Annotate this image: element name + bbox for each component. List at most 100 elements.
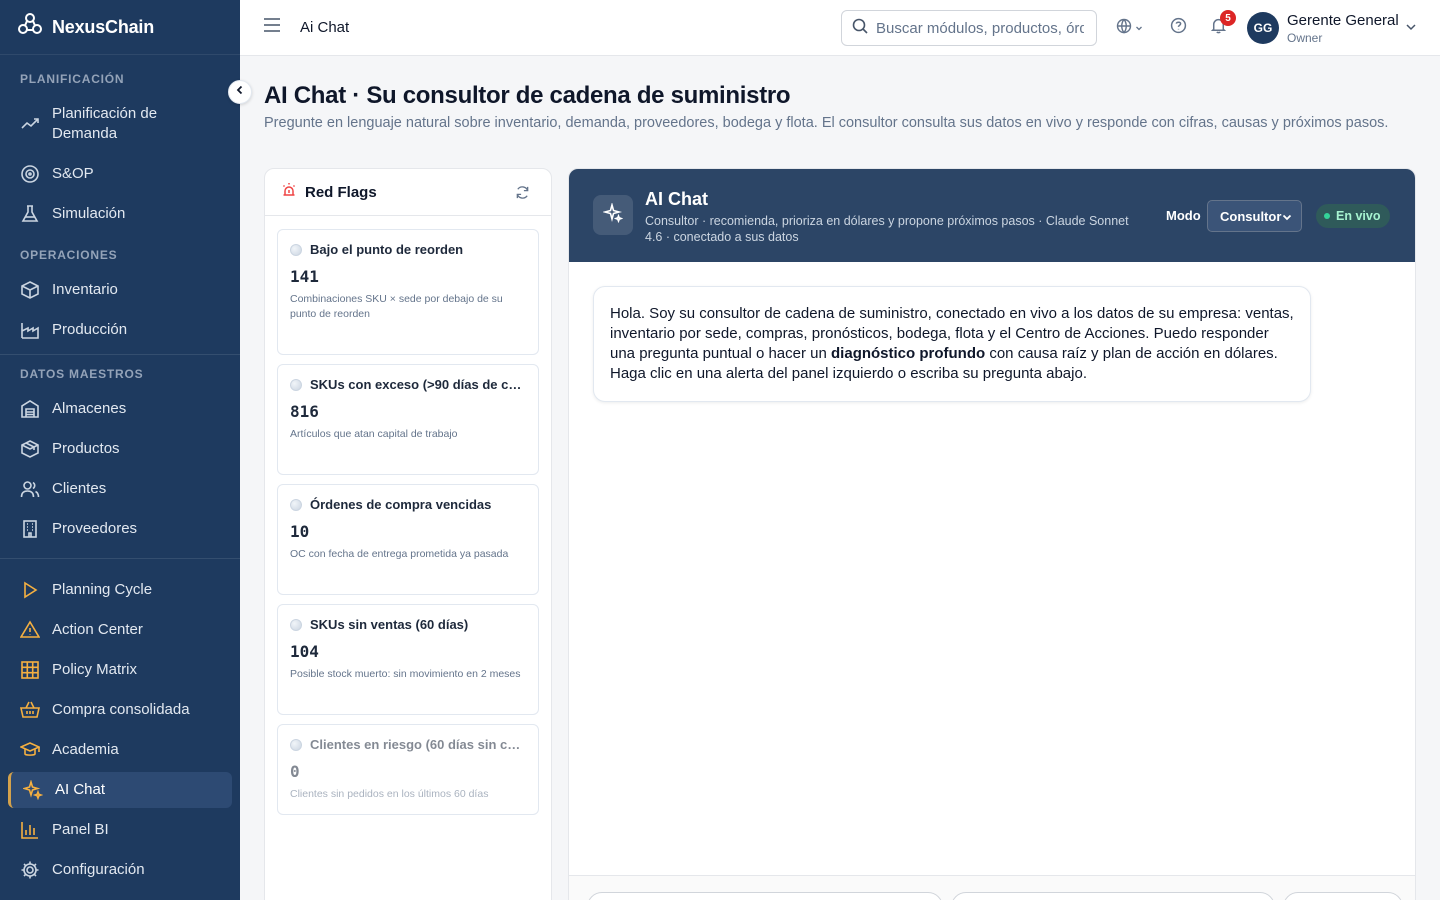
red-flags-panel: Red Flags Bajo el punto de reorden 141 C… (264, 168, 552, 900)
search-input[interactable] (876, 19, 1084, 37)
search-icon (852, 18, 868, 39)
mode-label: Modo (1166, 208, 1201, 223)
chevron-down-icon (1281, 211, 1293, 223)
suggestion-chip[interactable] (1283, 892, 1403, 900)
brand-name: NexusChain (52, 16, 155, 37)
suggestion-chip[interactable] (587, 892, 943, 900)
suggestion-chip[interactable] (951, 892, 1275, 900)
red-flag-card[interactable]: Bajo el punto de reorden 141 Combinacion… (277, 229, 539, 355)
sidebar-item-policy-matrix[interactable]: Policy Matrix (0, 660, 240, 680)
sparkles-icon (601, 201, 624, 228)
red-flag-title: Bajo el punto de reorden (310, 242, 464, 257)
sidebar-item-label: Compra consolidada (52, 701, 190, 718)
red-flags-title: Red Flags (305, 183, 377, 201)
sidebar-item-demand-planning[interactable]: Planificación de Demanda (0, 104, 240, 144)
status-dot-icon (290, 618, 302, 631)
red-flag-description: Posible stock muerto: sin movimiento en … (290, 668, 521, 680)
red-flag-value: 104 (290, 642, 319, 661)
sidebar: NexusChain PLANIFICACIÓN Planificación d… (0, 0, 240, 900)
refresh-icon[interactable] (515, 185, 531, 201)
package-icon (20, 439, 40, 459)
sidebar-item-action-center[interactable]: Action Center (0, 620, 240, 640)
sidebar-item-settings[interactable]: Configuración (0, 860, 240, 880)
hamburger-icon (263, 18, 281, 37)
sidebar-item-suppliers[interactable]: Proveedores (0, 519, 240, 539)
basket-icon (20, 700, 40, 720)
sidebar-item-warehouses[interactable]: Almacenes (0, 399, 240, 419)
user-role: Owner (1287, 31, 1323, 45)
red-flag-card[interactable]: SKUs con exceso (>90 días de cobertura) … (277, 364, 539, 475)
chat-header: AI Chat Consultor · recomienda, prioriza… (569, 169, 1415, 262)
sidebar-item-production[interactable]: Producción (0, 320, 240, 340)
sidebar-item-inventory[interactable]: Inventario (0, 280, 240, 300)
sidebar-item-planning-cycle[interactable]: Planning Cycle (0, 580, 240, 600)
section-title-operations: OPERACIONES (20, 248, 118, 262)
red-flag-card[interactable]: SKUs sin ventas (60 días) 104 Posible st… (277, 604, 539, 715)
sidebar-item-academy[interactable]: Academia (0, 740, 240, 760)
notification-badge: 5 (1220, 10, 1236, 26)
chat-title: AI Chat (645, 189, 708, 209)
sidebar-item-label: Proveedores (52, 520, 138, 537)
mode-select-value: Consultor (1220, 208, 1282, 224)
chat-logo (593, 195, 633, 235)
sidebar-item-bi-panel[interactable]: Panel BI (0, 820, 240, 840)
sidebar-collapse-button[interactable] (228, 80, 252, 104)
brand[interactable]: NexusChain (0, 0, 240, 55)
red-flag-card[interactable]: Clientes en riesgo (60 días sin compras)… (277, 724, 539, 815)
red-flag-description: OC con fecha de entrega prometida ya pas… (290, 548, 509, 560)
siren-icon (281, 182, 297, 203)
chevron-down-icon (1135, 19, 1143, 37)
live-status-label: En vivo (1336, 209, 1381, 223)
section-title-planning: PLANIFICACIÓN (20, 72, 125, 86)
live-dot-icon (1324, 213, 1330, 219)
sidebar-item-simulation[interactable]: Simulación (0, 204, 240, 224)
sparkles-icon (23, 780, 43, 800)
sidebar-item-products[interactable]: Productos (0, 439, 240, 459)
status-dot-icon (290, 378, 302, 391)
sidebar-item-label: Simulación (52, 205, 126, 222)
sidebar-item-label: S&OP (52, 165, 94, 182)
language-selector[interactable] (1113, 18, 1145, 38)
sidebar-item-label: Clientes (52, 480, 107, 497)
help-button[interactable] (1168, 17, 1188, 38)
status-dot-icon (290, 243, 302, 256)
sidebar-item-label: Planificación de Demanda (52, 105, 158, 142)
red-flag-value: 816 (290, 402, 319, 421)
red-flag-description: Artículos que atan capital de trabajo (290, 428, 458, 440)
chat-subtitle: Consultor · recomienda, prioriza en dóla… (645, 214, 1129, 244)
warning-icon (20, 620, 40, 640)
globe-icon (1116, 18, 1132, 39)
chevron-down-icon[interactable] (1404, 20, 1418, 34)
sidebar-item-ai-chat[interactable]: AI Chat (8, 772, 232, 808)
red-flag-description: Clientes sin pedidos en los últimos 60 d… (290, 788, 489, 800)
warehouse-icon (20, 399, 40, 419)
sidebar-item-label: Producción (52, 321, 128, 338)
sidebar-item-label: Productos (52, 440, 120, 457)
sidebar-item-sop[interactable]: S&OP (0, 164, 240, 184)
menu-button[interactable] (262, 18, 282, 38)
sidebar-item-label: Panel BI (52, 821, 109, 838)
section-title-master-data: DATOS MAESTROS (20, 367, 144, 381)
sidebar-item-label: Action Center (52, 621, 143, 638)
sidebar-item-consolidated-purchase[interactable]: Compra consolidada (0, 700, 240, 720)
red-flag-value: 141 (290, 267, 319, 286)
gear-icon (20, 860, 40, 880)
sidebar-item-customers[interactable]: Clientes (0, 479, 240, 499)
red-flag-title: SKUs sin ventas (60 días) (310, 617, 469, 632)
red-flag-title: Órdenes de compra vencidas (310, 497, 492, 512)
status-dot-icon (290, 498, 302, 511)
search-box (841, 10, 1097, 46)
play-icon (20, 580, 40, 600)
flask-icon (20, 204, 40, 224)
red-flag-card[interactable]: Órdenes de compra vencidas 10 OC con fec… (277, 484, 539, 595)
message-emphasis: diagnóstico profundo (831, 345, 986, 362)
avatar[interactable]: GG (1247, 12, 1279, 44)
sidebar-divider (0, 558, 240, 559)
grid-icon (20, 660, 40, 680)
trend-icon (20, 114, 40, 134)
sidebar-item-label: Configuración (52, 861, 145, 878)
target-icon (20, 164, 40, 184)
user-name[interactable]: Gerente General (1287, 12, 1399, 29)
users-icon (20, 479, 40, 499)
mode-select[interactable]: Consultor (1207, 200, 1302, 232)
